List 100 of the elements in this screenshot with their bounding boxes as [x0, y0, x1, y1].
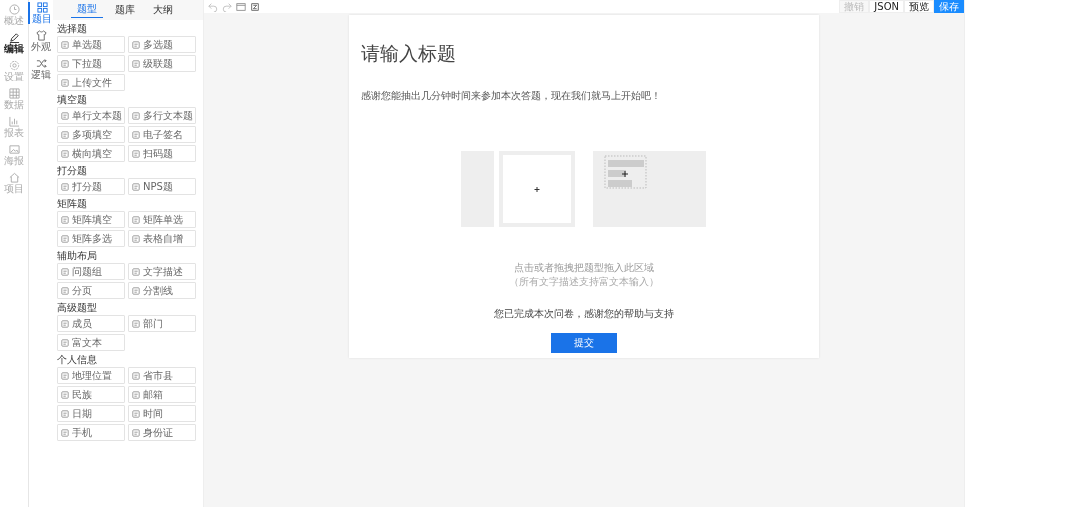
form-icon	[132, 111, 140, 120]
shirt-icon	[35, 30, 47, 41]
question-type-button[interactable]: 单行文本题	[57, 107, 125, 124]
form-icon	[132, 59, 140, 68]
clock-icon	[8, 4, 20, 15]
question-type-button[interactable]: 分页	[57, 282, 125, 299]
form-icon	[61, 130, 69, 139]
question-type-button[interactable]: 下拉题	[57, 55, 125, 72]
form-icon	[132, 234, 140, 243]
form-icon	[61, 390, 69, 399]
question-type-button[interactable]: 部门	[128, 315, 196, 332]
form-icon	[132, 286, 140, 295]
panel-tab[interactable]: 题型	[71, 1, 103, 18]
question-type-button[interactable]: 成员	[57, 315, 125, 332]
question-type-button[interactable]: 手机	[57, 424, 125, 441]
form-icon	[61, 286, 69, 295]
form-icon	[61, 149, 69, 158]
window-icon[interactable]	[236, 1, 246, 12]
home-icon	[8, 172, 20, 183]
survey-title[interactable]: 请输入标题	[361, 41, 456, 67]
toolbar-button[interactable]: 预览	[904, 0, 934, 13]
form-icon	[132, 130, 140, 139]
form-icon	[132, 428, 140, 437]
redo-icon[interactable]	[222, 1, 232, 12]
question-type-button[interactable]: 扫码题	[128, 145, 196, 162]
question-type-button[interactable]: 时间	[128, 405, 196, 422]
form-icon	[61, 78, 69, 87]
question-type-button[interactable]: 单选题	[57, 36, 125, 53]
question-type-button[interactable]: 问题组	[57, 263, 125, 280]
shuffle-icon	[35, 58, 47, 69]
group-title: 高级题型	[57, 301, 98, 314]
question-type-button[interactable]: 民族	[57, 386, 125, 403]
form-icon	[61, 319, 69, 328]
group-title: 选择题	[57, 22, 88, 35]
form-icon	[61, 182, 69, 191]
form-icon	[132, 215, 140, 224]
drop-hint: 点击或者拖拽把题型拖入此区域	[514, 261, 654, 275]
end-text[interactable]: 您已完成本次问卷，感谢您的帮助与支持	[494, 307, 674, 321]
gear-icon	[8, 60, 20, 71]
image-icon	[8, 144, 20, 155]
question-type-button[interactable]: 富文本	[57, 334, 125, 351]
question-type-button[interactable]: 地理位置	[57, 367, 125, 384]
form-icon	[61, 338, 69, 347]
form-icon	[61, 40, 69, 49]
question-type-button[interactable]: 省市县	[128, 367, 196, 384]
question-type-button[interactable]: 身份证	[128, 424, 196, 441]
sub-nav-item[interactable]: 逻辑	[29, 58, 53, 80]
question-type-button[interactable]: 多行文本题	[128, 107, 196, 124]
question-type-button[interactable]: NPS题	[128, 178, 196, 195]
question-type-button[interactable]: 级联题	[128, 55, 196, 72]
form-icon	[132, 149, 140, 158]
group-title: 填空题	[57, 93, 88, 106]
code-icon[interactable]	[250, 1, 260, 12]
form-icon	[132, 319, 140, 328]
form-icon	[132, 390, 140, 399]
form-icon	[61, 409, 69, 418]
pen-icon	[8, 32, 20, 43]
form-icon	[132, 267, 140, 276]
grid-icon	[8, 88, 20, 99]
question-type-button[interactable]: 上传文件	[57, 74, 125, 91]
panel-tab[interactable]: 题库	[109, 1, 141, 18]
drop-note: （所有文字描述支持富文本输入）	[509, 275, 659, 289]
form-icon	[132, 371, 140, 380]
form-icon	[132, 182, 140, 191]
question-type-button[interactable]: 打分题	[57, 178, 125, 195]
question-type-button[interactable]: 邮箱	[128, 386, 196, 403]
group-title: 矩阵题	[57, 197, 88, 210]
question-type-button[interactable]: 多项填空	[57, 126, 125, 143]
nav-item[interactable]: 编辑	[4, 32, 24, 54]
form-icon	[61, 267, 69, 276]
form-icon	[61, 234, 69, 243]
form-icon	[61, 371, 69, 380]
toolbar-button[interactable]: JSON	[869, 0, 904, 13]
grid-icon	[36, 2, 48, 13]
chart-icon	[8, 116, 20, 127]
group-title: 打分题	[57, 164, 88, 177]
question-type-button[interactable]: 日期	[57, 405, 125, 422]
toolbar-button[interactable]: 保存	[934, 0, 964, 13]
undo-icon[interactable]	[208, 1, 218, 12]
question-type-button[interactable]: 矩阵单选	[128, 211, 196, 228]
question-type-button[interactable]: 横向填空	[57, 145, 125, 162]
group-title: 辅助布局	[57, 249, 98, 262]
group-title: 个人信息	[57, 353, 98, 366]
panel-tab[interactable]: 大纲	[147, 1, 179, 18]
form-icon	[132, 40, 140, 49]
question-type-button[interactable]: 矩阵填空	[57, 211, 125, 228]
form-icon	[132, 409, 140, 418]
form-icon	[61, 215, 69, 224]
question-type-button[interactable]: 多选题	[128, 36, 196, 53]
form-icon	[61, 428, 69, 437]
question-type-button[interactable]: 文字描述	[128, 263, 196, 280]
submit-button[interactable]: 提交	[551, 333, 617, 353]
question-type-button[interactable]: 分割线	[128, 282, 196, 299]
question-type-button[interactable]: 表格自增	[128, 230, 196, 247]
form-icon	[61, 111, 69, 120]
survey-intro[interactable]: 感谢您能抽出几分钟时间来参加本次答题，现在我们就马上开始吧！	[361, 89, 661, 103]
sub-nav-item[interactable]: 外观	[29, 30, 53, 52]
form-icon	[61, 59, 69, 68]
question-type-button[interactable]: 矩阵多选	[57, 230, 125, 247]
question-type-button[interactable]: 电子签名	[128, 126, 196, 143]
